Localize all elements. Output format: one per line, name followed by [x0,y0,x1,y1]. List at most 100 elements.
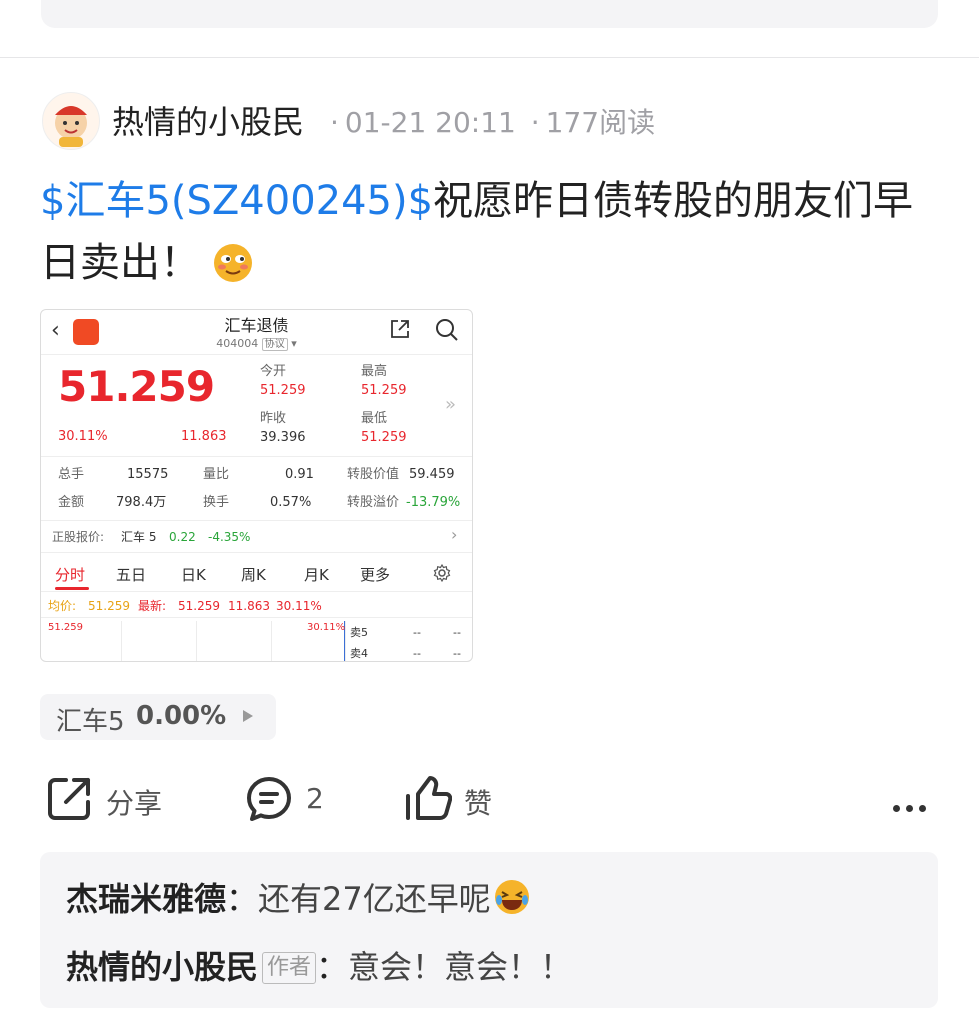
tab-more[interactable]: 更多 [360,564,390,585]
ask4-label: 卖4 [350,647,368,660]
comments-preview[interactable]: 杰瑞米雅德：还有27亿还早呢 热情的小股民 作者 ：意会！意会！！ [40,852,938,1008]
prev-close-label: 昨收 [260,411,287,426]
low-value: 51.259 [361,430,407,445]
thumbs-up-icon [406,776,452,820]
chip-change: 0.00% [136,701,227,731]
avatar[interactable] [42,92,100,150]
comment-item[interactable]: 杰瑞米雅德：还有27亿还早呢 [66,874,531,920]
post-body: $汇车5(SZ400245)$祝愿昨日债转股的朋友们早日卖出！ [40,170,930,294]
underlying-name: 汇车 5 [121,530,157,544]
post-date: 01-21 20:11 [344,106,516,139]
stock-link[interactable]: $汇车5(SZ400245)$ [40,178,433,224]
comment-author[interactable]: 杰瑞米雅德 [66,880,226,918]
comment-author[interactable]: 热情的小股民 [66,948,258,986]
ask4-volume: -- [453,647,461,660]
chart-gridline [121,621,122,661]
avg-value: 51.259 [88,599,130,613]
share-label: 分享 [106,787,163,820]
comment-separator: ： [316,948,349,986]
share-icon [48,778,90,820]
latest-label: 最新: [138,599,167,613]
chip-stock-name: 汇车5 [56,707,125,737]
dot-separator: · [330,106,339,139]
comment-count: 2 [306,782,324,815]
ask5-label: 卖5 [350,626,368,639]
tab-weekly-k[interactable]: 周K [241,564,266,585]
post-reads: 177阅读 [545,106,656,139]
volume-label: 总手 [58,467,85,482]
chevron-right-icon: › [451,525,458,544]
turnover-label: 换手 [203,495,230,510]
laughing-crying-emoji-icon [494,880,529,914]
like-label: 赞 [464,787,493,820]
comment-text: 意会！意会！！ [348,948,573,986]
bond-code: 404004 [216,337,259,350]
share-out-icon [391,320,409,338]
tab-monthly-k[interactable]: 月K [304,564,329,585]
avg-label: 均价: [48,599,77,613]
conv-premium-label: 转股溢价 [347,495,400,510]
open-value: 51.259 [260,383,306,398]
underlying-price: 0.22 [169,530,196,544]
conv-value: 59.459 [409,467,455,482]
amount-label: 金额 [58,495,85,510]
search-icon [436,319,458,341]
divider [0,57,979,58]
chart-gridline [271,621,272,661]
comment-separator: ： [226,880,259,918]
high-label: 最高 [361,364,388,379]
divider [41,617,472,618]
volume-value: 15575 [127,467,169,482]
turnover-value: 0.57% [270,495,312,510]
share-button[interactable]: 分享 [46,774,176,826]
chart-gridline [196,621,197,661]
underlying-pct: -4.35% [208,530,251,544]
divider [41,552,472,553]
avatar-icon [55,106,87,147]
code-tag: 协议 [261,338,288,351]
quote-header: ‹ 汇车退债 404004 协议 ▾ [41,310,472,355]
play-arrow-icon [243,710,253,722]
expand-chevron-icon: » [445,394,457,415]
comment-button[interactable]: 2 [246,774,336,826]
divider [41,520,472,521]
latest-pct: 30.11% [276,599,322,613]
tab-five-day[interactable]: 五日 [116,564,146,585]
latest-value: 51.259 [178,599,220,613]
open-label: 今开 [260,364,287,379]
conv-value-label: 转股价值 [347,467,400,482]
ask5-price: -- [413,626,421,639]
comment-item[interactable]: 热情的小股民 作者 ：意会！意会！！ [66,942,572,988]
dot-separator: · [530,106,540,139]
underlying-label: 正股报价: [52,530,105,544]
previous-post-card-edge [41,0,938,28]
comment-icon [247,777,291,821]
active-tab-indicator [55,587,89,590]
chevron-down-icon: ▾ [291,337,297,350]
divider [41,456,472,457]
author-badge: 作者 [262,952,317,984]
tab-intraday[interactable]: 分时 [55,564,85,585]
chart-top-left-label: 51.259 [48,622,83,633]
quote-price: 51.259 [58,362,215,411]
prev-close-value: 39.396 [260,430,306,445]
tab-daily-k[interactable]: 日K [181,564,206,585]
like-button[interactable]: 赞 [404,774,504,826]
quote-screenshot[interactable]: ‹ 汇车退债 404004 协议 ▾ 51.259 30.11% 11.863 … [40,309,473,662]
low-label: 最低 [361,411,388,426]
post-meta: · 01-21 20:11 · 177阅读 [330,101,661,141]
more-options-icon[interactable] [893,797,926,816]
comment-text: 还有27亿还早呢 [258,880,491,918]
vol-ratio-value: 0.91 [285,467,314,482]
ask4-price: -- [413,647,421,660]
chart-top-right-label: 30.11% [307,622,346,633]
smirk-emoji-icon [214,244,252,282]
post-author[interactable]: 热情的小股民 [112,97,304,143]
quote-change: 11.863 [181,429,227,444]
stock-chip[interactable]: 汇车5 0.00% [40,694,276,740]
quote-change-pct: 30.11% [58,429,108,444]
amount-value: 798.4万 [116,495,167,510]
ask5-volume: -- [453,626,461,639]
high-value: 51.259 [361,383,407,398]
settings-gear-icon[interactable] [432,563,452,583]
